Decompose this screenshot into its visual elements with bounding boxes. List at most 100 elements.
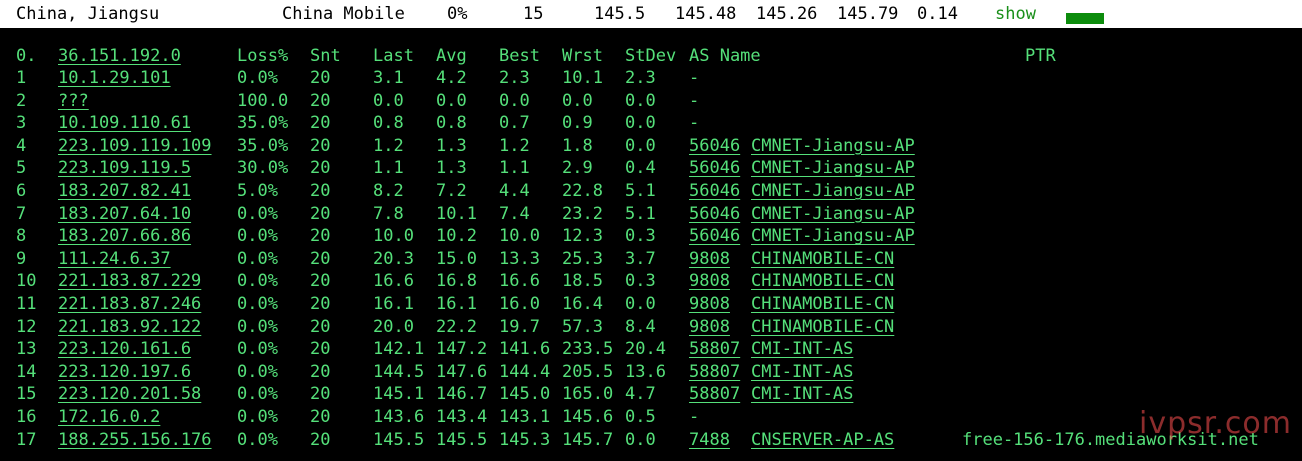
- hop-asn-link[interactable]: 56046: [689, 135, 740, 157]
- hop-row: 11 221.183.87.246 0.0% 20 16.1 16.1 16.0 16.4 0.…: [0, 293, 1302, 315]
- hop-snt: 20: [310, 271, 331, 292]
- hop-host-link[interactable]: 221.183.87.229: [58, 270, 201, 292]
- hop-avg: 4.2: [436, 68, 467, 88]
- hop-asn-link[interactable]: 9808: [689, 316, 730, 338]
- hop-asn-link[interactable]: 9808: [689, 270, 730, 292]
- hop-as-name-link[interactable]: CHINAMOBILE-CN: [751, 316, 894, 338]
- hop-stdev: 0.4: [625, 158, 656, 179]
- hop-host-link[interactable]: 223.120.161.6: [58, 338, 191, 360]
- hop-stdev: 13.6: [625, 361, 666, 382]
- hop-as-name-link[interactable]: CMNET-Jiangsu-AP: [751, 225, 915, 247]
- hop-stdev: 0.0: [625, 294, 656, 314]
- hop-host-link[interactable]: ???: [58, 90, 89, 112]
- hop-loss: 0.0%: [237, 316, 278, 337]
- hop-host-link[interactable]: 188.255.156.176: [58, 429, 212, 451]
- hop-snt: 20: [310, 158, 331, 179]
- hop-wrst: 23.2: [562, 203, 603, 224]
- show-link[interactable]: show: [995, 4, 1036, 24]
- hop-stdev: 0.0: [625, 135, 656, 156]
- hop-asn-link[interactable]: 58807: [689, 383, 740, 405]
- hop-host-link[interactable]: 223.120.201.58: [58, 383, 201, 405]
- hop-row: 7 183.207.64.10 0.0% 20 7.8 10.1 7.4 23.2 5.1 560…: [0, 203, 1302, 225]
- hop-index: 11: [16, 294, 37, 314]
- hop-last: 0.0: [373, 90, 404, 111]
- hop-avg: 1.3: [436, 158, 467, 179]
- hop-host-link[interactable]: 172.16.0.2: [58, 406, 160, 428]
- hop-avg: 147.2: [436, 339, 488, 360]
- hop-best: 1.1: [499, 158, 530, 179]
- hop-host-link[interactable]: 221.183.92.122: [58, 316, 201, 338]
- hop-host-link[interactable]: 10.1.29.101: [58, 67, 171, 89]
- hop-host-link[interactable]: 10.109.110.61: [58, 112, 191, 134]
- hop-host-link[interactable]: 223.109.119.109: [58, 135, 212, 157]
- hop-loss: 0.0%: [237, 384, 278, 405]
- hop-last: 10.0: [373, 226, 414, 247]
- hop-stdev: 0.0: [625, 113, 656, 134]
- hop-host-link[interactable]: 111.24.6.37: [58, 248, 171, 270]
- hop-snt: 20: [310, 113, 331, 134]
- hop-asn-link[interactable]: 56046: [689, 180, 740, 202]
- hop-asn-link[interactable]: 56046: [689, 203, 740, 225]
- hop-host-link[interactable]: 221.183.87.246: [58, 293, 201, 315]
- watermark-logo: ivpsr.com: [1139, 406, 1292, 441]
- hop-asn-link[interactable]: 7488: [689, 429, 730, 451]
- hop-index: 5: [16, 158, 27, 179]
- hop-avg: 7.2: [436, 181, 467, 201]
- col-host[interactable]: 36.151.192.0: [58, 45, 181, 67]
- hop-loss: 0.0%: [237, 407, 278, 427]
- hop-as-name-link[interactable]: CMNET-Jiangsu-AP: [751, 180, 915, 202]
- hop-asn-link[interactable]: 56046: [689, 225, 740, 247]
- hop-as-name-link[interactable]: CHINAMOBILE-CN: [751, 293, 894, 315]
- hop-asn-link[interactable]: 58807: [689, 361, 740, 383]
- hop-asn-link[interactable]: 56046: [689, 157, 740, 179]
- hop-last: 142.1: [373, 339, 425, 360]
- hop-wrst: 165.0: [562, 384, 614, 405]
- hop-last: 145.1: [373, 384, 425, 405]
- hop-row: 5 223.109.119.5 30.0% 20 1.1 1.3 1.1 2.9 0.4 5604…: [0, 157, 1302, 179]
- hop-wrst: 1.8: [562, 135, 593, 156]
- hop-index: 8: [16, 226, 27, 247]
- hop-loss: 0.0%: [237, 68, 278, 88]
- hop-asn-link[interactable]: 58807: [689, 338, 740, 360]
- hop-as-name-link[interactable]: CMNET-Jiangsu-AP: [751, 203, 915, 225]
- hop-last: 0.8: [373, 113, 404, 134]
- hop-avg: 147.6: [436, 361, 488, 382]
- hop-row: 14 223.120.197.6 0.0% 20 144.5 147.6 144.4 205.…: [0, 361, 1302, 383]
- hop-asn-link[interactable]: 9808: [689, 248, 730, 270]
- hop-loss: 0.0%: [237, 248, 278, 269]
- col-as-name: AS Name: [689, 46, 761, 66]
- hop-as-name-link[interactable]: CMI-INT-AS: [751, 383, 853, 405]
- hop-asn-link[interactable]: 9808: [689, 293, 730, 315]
- hop-as-name-link[interactable]: CNSERVER-AP-AS: [751, 429, 894, 451]
- hop-host-link[interactable]: 183.207.64.10: [58, 203, 191, 225]
- hop-best: 4.4: [499, 181, 530, 201]
- hop-host-link[interactable]: 223.109.119.5: [58, 157, 191, 179]
- hop-wrst: 2.9: [562, 158, 593, 179]
- hop-last: 16.1: [373, 294, 414, 314]
- col-best: Best: [499, 46, 540, 66]
- hop-row: 6 183.207.82.41 5.0% 20 8.2 7.2 4.4 22.8 5.1 5604…: [0, 180, 1302, 202]
- hop-as-name-link[interactable]: CMNET-Jiangsu-AP: [751, 157, 915, 179]
- hop-index: 17: [16, 429, 37, 450]
- hop-avg: 143.4: [436, 407, 488, 427]
- hop-stdev: 0.3: [625, 271, 656, 292]
- hop-host-link[interactable]: 223.120.197.6: [58, 361, 191, 383]
- hop-loss: 35.0%: [237, 113, 289, 134]
- hop-host-link[interactable]: 183.207.66.86: [58, 225, 191, 247]
- isp-label: China Mobile: [282, 4, 405, 24]
- hop-avg: 1.3: [436, 135, 467, 156]
- summary-snt: 15: [523, 4, 544, 24]
- hop-loss: 100.0: [237, 90, 289, 111]
- hop-avg: 0.8: [436, 113, 467, 134]
- hop-best: 0.0: [499, 90, 530, 111]
- hop-index: 4: [16, 135, 27, 156]
- hop-host-link[interactable]: 183.207.82.41: [58, 180, 191, 202]
- hop-index: 6: [16, 181, 27, 201]
- hop-index: 7: [16, 203, 27, 224]
- hop-as-name-link[interactable]: CHINAMOBILE-CN: [751, 248, 894, 270]
- hop-as-name-link[interactable]: CMI-INT-AS: [751, 361, 853, 383]
- hop-as-name-link[interactable]: CHINAMOBILE-CN: [751, 270, 894, 292]
- hop-index: 13: [16, 339, 37, 360]
- hop-as-name-link[interactable]: CMNET-Jiangsu-AP: [751, 135, 915, 157]
- hop-as-name-link[interactable]: CMI-INT-AS: [751, 338, 853, 360]
